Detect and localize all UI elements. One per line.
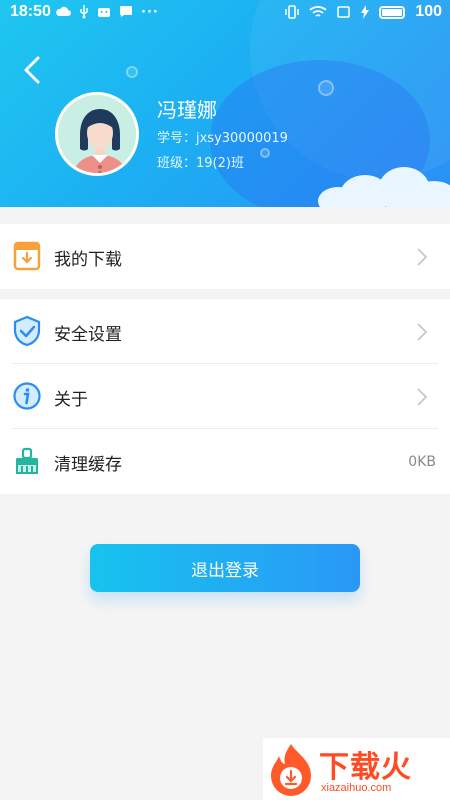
chevron-left-icon [24, 56, 40, 84]
menu-item-clear-cache[interactable]: 清理缓存 0KB [0, 429, 450, 494]
cloud-icon [56, 6, 71, 16]
menu-item-security-settings[interactable]: 安全设置 [0, 299, 450, 364]
avatar [55, 92, 139, 176]
chevron-right-icon [417, 323, 428, 341]
battery-icon [379, 5, 406, 19]
menu-item-label: 我的下载 [54, 250, 122, 270]
android-icon [98, 8, 110, 17]
notification-icons: ··· [55, 5, 159, 20]
usb-icon [80, 5, 88, 19]
wifi-icon [309, 6, 327, 17]
charging-icon [361, 5, 370, 19]
menu-group-downloads: 我的下载 [0, 224, 450, 289]
menu-item-label: 清理缓存 [54, 455, 122, 475]
vibrate-icon [285, 5, 300, 19]
chevron-right-icon [417, 388, 428, 406]
info-icon [13, 382, 41, 410]
chevron-right-icon [417, 248, 428, 266]
student-class: 班级：19(2)班 [157, 156, 244, 171]
battery-level: 100 [415, 3, 442, 20]
cloud-decoration [310, 167, 450, 207]
back-button[interactable] [18, 52, 48, 88]
menu-item-my-downloads[interactable]: 我的下载 [0, 224, 450, 289]
status-time: 18:50 [10, 3, 51, 20]
student-name: 冯瑾娜 [157, 98, 217, 122]
download-book-icon [13, 241, 41, 271]
watermark: 下载火 xiazaihuo.com [263, 738, 450, 800]
logout-button[interactable]: 退出登录 [90, 544, 360, 592]
more-notifications-icon: ··· [141, 5, 159, 20]
menu-item-label: 关于 [54, 390, 88, 410]
bubble-decoration [126, 66, 138, 78]
cache-size: 0KB [408, 454, 436, 470]
menu-group-settings: 安全设置 关于 清理缓存 0KB [0, 299, 450, 494]
menu-item-about[interactable]: 关于 [0, 364, 450, 429]
student-id: 学号：jxsy30000019 [157, 131, 288, 146]
bubble-decoration [260, 148, 270, 158]
signal-icon [337, 6, 351, 18]
broom-icon [16, 447, 38, 474]
system-icons: 100 [285, 3, 442, 21]
bubble-decoration [318, 80, 334, 96]
shield-check-icon [13, 315, 41, 347]
watermark-title: 下载火 [319, 750, 412, 785]
menu-item-label: 安全设置 [54, 325, 122, 345]
flame-logo-icon [271, 744, 311, 796]
watermark-site: xiazaihuo.com [321, 782, 392, 794]
status-bar: 18:50 ··· 100 [0, 0, 450, 26]
message-icon [120, 6, 132, 17]
